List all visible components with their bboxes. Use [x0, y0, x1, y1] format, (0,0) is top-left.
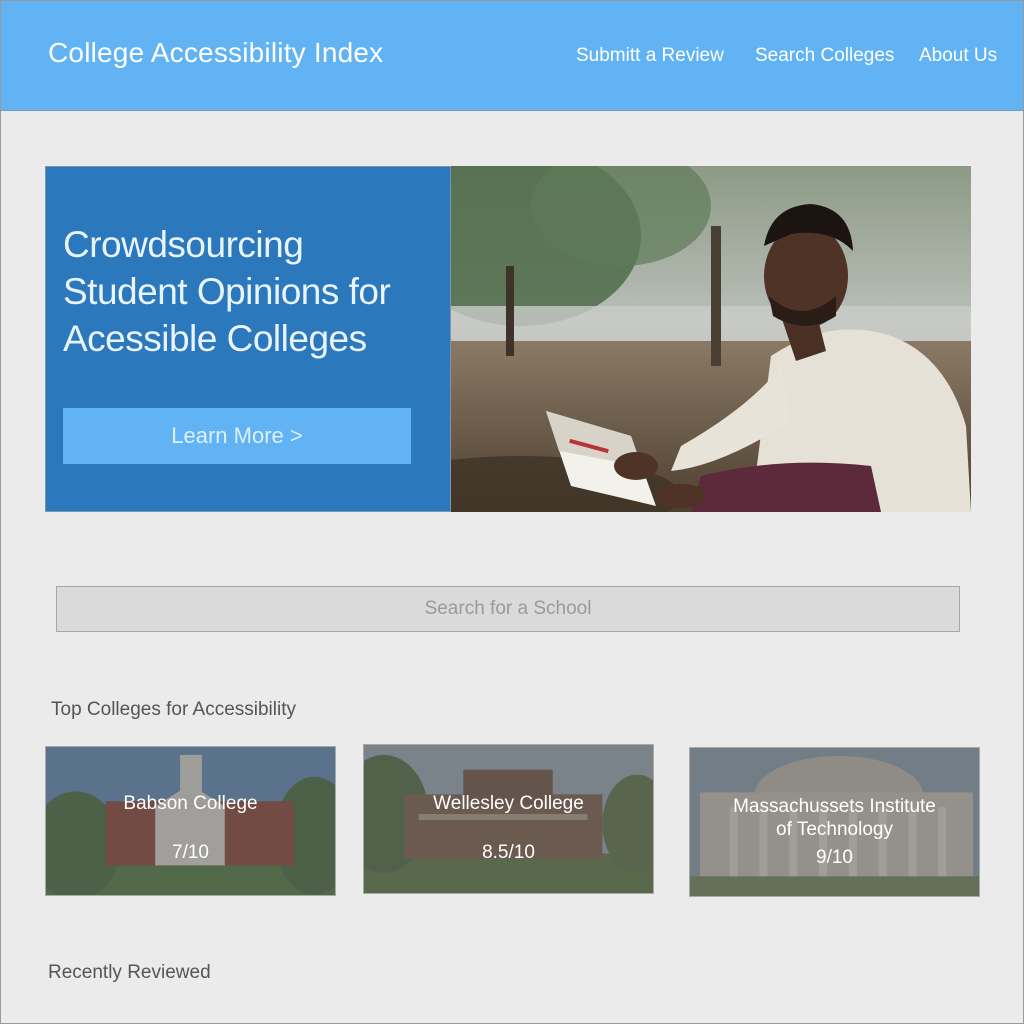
school-search-input[interactable]: Search for a School: [56, 586, 960, 632]
college-card-wellesley[interactable]: Wellesley College 8.5/10: [363, 744, 654, 894]
college-card-mit[interactable]: Massachussets Institute of Technology 9/…: [689, 747, 980, 897]
college-score: 7/10: [172, 842, 209, 863]
nav-submit-review[interactable]: Submitt a Review: [576, 45, 724, 67]
site-header: College Accessibility Index Submitt a Re…: [1, 1, 1023, 111]
college-score: 8.5/10: [482, 842, 535, 863]
recently-reviewed-title: Recently Reviewed: [48, 962, 211, 983]
college-name: Wellesley College: [433, 793, 584, 814]
nav-about-us[interactable]: About Us: [919, 45, 997, 67]
learn-more-button[interactable]: Learn More >: [63, 408, 411, 464]
hero-photo: [451, 166, 971, 512]
nav-search-colleges[interactable]: Search Colleges: [755, 45, 894, 67]
college-name: Massachussets Institute of Technology: [733, 796, 936, 840]
hero-banner: Crowdsourcing Student Opinions for Acess…: [45, 166, 971, 512]
college-card-babson[interactable]: Babson College 7/10: [45, 746, 336, 896]
top-colleges-title: Top Colleges for Accessibility: [51, 699, 296, 720]
hero-panel: Crowdsourcing Student Opinions for Acess…: [45, 166, 451, 512]
site-brand[interactable]: College Accessibility Index: [48, 37, 383, 69]
college-score: 9/10: [816, 847, 853, 868]
college-name: Babson College: [123, 793, 258, 814]
hero-title: Crowdsourcing Student Opinions for Acess…: [63, 224, 391, 359]
